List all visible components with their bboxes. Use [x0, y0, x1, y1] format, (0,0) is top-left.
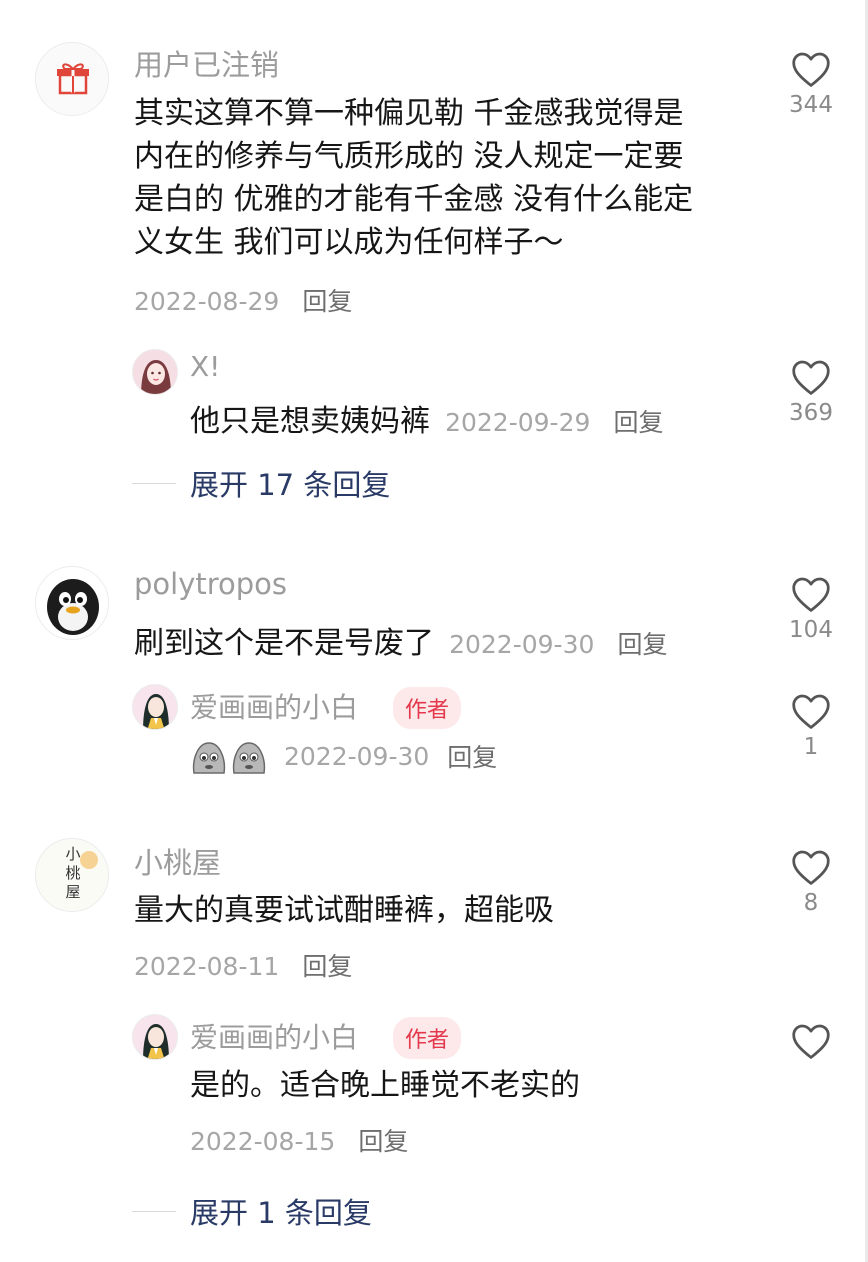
- heart-icon: [792, 577, 830, 612]
- reply-button[interactable]: 回复: [302, 952, 352, 981]
- avatar-char: 小: [65, 845, 81, 863]
- comment-date: 2022-08-11: [134, 952, 280, 981]
- author-badge: 作者: [393, 687, 462, 729]
- reply-button[interactable]: 回复: [447, 738, 497, 774]
- heart-icon: [792, 694, 830, 729]
- like-button[interactable]: 1: [781, 692, 841, 760]
- penguin-icon: [47, 579, 99, 635]
- comment-username[interactable]: 小桃屋: [134, 840, 221, 882]
- comment-line: 其实这算不算一种偏见勒 千金感我觉得是: [134, 96, 684, 131]
- expand-replies-label: 展开 17 条回复: [190, 468, 391, 502]
- comment-date: 2022-09-30: [449, 630, 595, 659]
- comment-username[interactable]: 用户已注销: [134, 42, 279, 84]
- comment-line: 内在的修养与气质形成的 没人规定一定要: [134, 139, 684, 174]
- like-button[interactable]: 8: [781, 848, 841, 916]
- like-button[interactable]: 369: [781, 358, 841, 426]
- comment-text: 其实这算不算一种偏见勒 千金感我觉得是 内在的修养与气质形成的 没人规定一定要 …: [134, 92, 693, 264]
- reply-body: 2022-09-30 回复: [190, 737, 497, 775]
- comment-date: 2022-08-29: [134, 287, 280, 316]
- avatar-char: 屋: [65, 883, 81, 901]
- comment-line: 义女生 我们可以成为任何样子～: [134, 225, 564, 260]
- heart-icon: [792, 360, 830, 395]
- reply-date: 2022-09-30: [284, 741, 430, 771]
- illustrated-girl-icon: [133, 685, 177, 729]
- reply-username[interactable]: 爱画画的小白: [190, 1016, 358, 1056]
- reply-avatar[interactable]: [132, 349, 178, 395]
- like-button[interactable]: 344: [781, 50, 841, 118]
- reply-body: 他只是想卖姨妈裤 2022-09-29 回复: [190, 396, 664, 440]
- heart-icon: [792, 1024, 830, 1059]
- like-count: 104: [789, 617, 833, 643]
- user-avatar[interactable]: [35, 566, 109, 640]
- expand-replies-button[interactable]: 展开 17 条回复: [132, 462, 390, 504]
- heart-icon: [792, 850, 830, 885]
- comment-body: 刷到这个是不是号废了 2022-09-30 回复: [134, 618, 668, 662]
- avatar-char: 桃: [65, 864, 81, 882]
- gift-icon: [57, 63, 89, 95]
- reply-username[interactable]: X!: [190, 350, 220, 383]
- comment-meta: 2022-08-11 回复: [134, 947, 352, 983]
- like-count: 344: [789, 92, 833, 118]
- comment-meta: 2022-08-29 回复: [134, 282, 352, 318]
- avatar-text: 小 桃 屋: [36, 845, 108, 902]
- expand-replies-label: 展开 1 条回复: [190, 1196, 372, 1230]
- reply-button[interactable]: 回复: [358, 1127, 408, 1156]
- reply-button[interactable]: 回复: [302, 287, 352, 316]
- sun-decoration: [80, 851, 98, 869]
- user-avatar[interactable]: 小 桃 屋: [35, 838, 109, 912]
- comment-username[interactable]: polytropos: [134, 567, 287, 601]
- like-button[interactable]: [781, 1022, 841, 1060]
- reply-button[interactable]: 回复: [617, 630, 667, 659]
- reply-button[interactable]: 回复: [613, 408, 663, 437]
- divider-line: [132, 1210, 176, 1212]
- comment-text: 量大的真要试试酣睡裤，超能吸: [134, 893, 554, 928]
- comment-text: 刷到这个是不是号废了: [134, 626, 434, 661]
- reply-text: 是的。适合晚上睡觉不老实的: [190, 1068, 580, 1103]
- like-button[interactable]: 104: [781, 575, 841, 643]
- crying-face-emoji: [190, 737, 270, 775]
- like-count: 369: [789, 400, 833, 426]
- like-count: 1: [803, 734, 819, 760]
- reply-date: 2022-08-15: [190, 1127, 336, 1156]
- like-count: 8: [803, 890, 819, 916]
- reply-text: 他只是想卖姨妈裤: [190, 404, 430, 439]
- reply-username[interactable]: 爱画画的小白: [190, 686, 358, 726]
- author-badge: 作者: [393, 1017, 462, 1059]
- author-avatar[interactable]: [132, 1014, 178, 1060]
- girl-portrait-icon: [133, 350, 177, 394]
- divider-line: [132, 482, 176, 484]
- reply-date: 2022-09-29: [445, 408, 591, 437]
- reply-meta: 2022-08-15 回复: [190, 1122, 408, 1158]
- comment-line: 是白的 优雅的才能有千金感 没有什么能定: [134, 182, 694, 217]
- illustrated-girl-icon: [133, 1015, 177, 1059]
- author-avatar[interactable]: [132, 684, 178, 730]
- expand-replies-button[interactable]: 展开 1 条回复: [132, 1190, 372, 1232]
- user-avatar[interactable]: [35, 42, 109, 116]
- heart-icon: [792, 52, 830, 87]
